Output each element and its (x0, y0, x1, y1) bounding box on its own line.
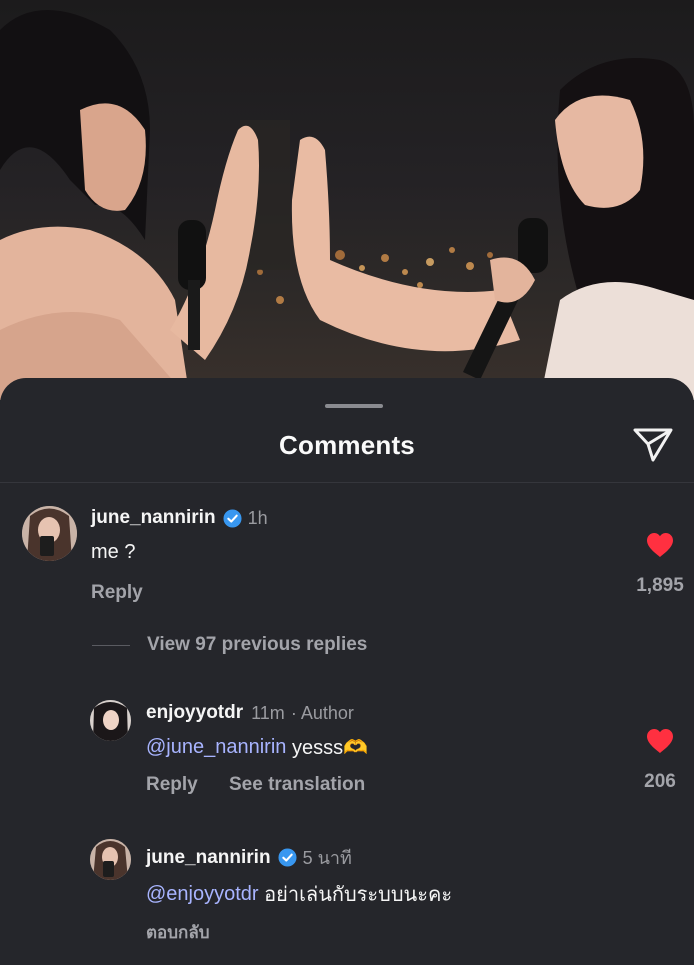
avatar[interactable] (90, 700, 131, 741)
reply-username[interactable]: june_nannirin (146, 847, 271, 869)
like-button[interactable]: 1,895 (628, 532, 692, 597)
replies-divider-line (92, 645, 130, 646)
verified-icon (223, 508, 242, 528)
sheet-grabber[interactable] (325, 404, 383, 408)
reply-button[interactable]: ตอบกลับ (146, 919, 210, 946)
reply-time: 11m (251, 702, 285, 723)
header-divider (0, 482, 694, 483)
heart-icon (647, 533, 673, 557)
verified-icon (278, 848, 297, 867)
comment-time: 1h (247, 507, 268, 528)
heart-icon (647, 729, 673, 753)
comments-sheet: Comments june_nannirin 1h me ? Reply 1,8… (0, 378, 694, 965)
reply-button[interactable]: Reply (91, 582, 143, 604)
reply-text: @enjoyyotdr อย่าเล่นกับระบบนะคะ (146, 878, 452, 910)
mention-link[interactable]: @enjoyyotdr (146, 883, 259, 906)
sheet-title: Comments (279, 430, 415, 460)
avatar[interactable] (22, 506, 77, 561)
reply-username[interactable]: enjoyyotdr (146, 702, 243, 724)
like-button[interactable]: 206 (628, 728, 692, 793)
reply-text: @june_nannirin yesss🫶 (146, 735, 368, 760)
like-count: 1,895 (636, 575, 684, 596)
comment-username[interactable]: june_nannirin (91, 507, 216, 529)
reply-time: 5 นาที (302, 848, 352, 868)
send-icon[interactable] (632, 426, 674, 464)
reply-button[interactable]: Reply (146, 774, 198, 796)
post-photo (0, 0, 694, 400)
avatar[interactable] (90, 839, 131, 880)
view-replies-button[interactable]: View 97 previous replies (147, 634, 367, 656)
reply-body: อย่าเล่นกับระบบนะคะ (258, 884, 453, 906)
comment-text: me ? (91, 541, 136, 563)
mention-link[interactable]: @june_nannirin (146, 736, 286, 759)
reply-body: yesss🫶 (286, 737, 368, 759)
author-badge: · Author (290, 702, 354, 723)
see-translation-button[interactable]: See translation (229, 774, 365, 796)
like-count: 206 (644, 771, 676, 792)
